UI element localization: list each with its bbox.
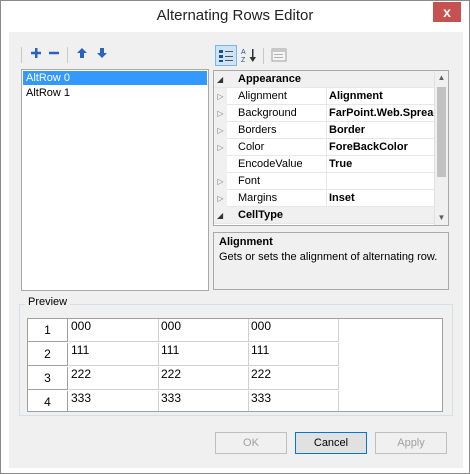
svg-text:Z: Z [241,57,246,63]
property-grid[interactable]: ◢ Appearance ▷ Alignment Alignment ▷ Bac… [213,70,449,226]
expand-icon[interactable]: ▷ [214,122,227,139]
table-cell[interactable]: 222 [249,367,339,390]
property-value[interactable]: ForeBackColor [326,139,434,156]
description-text: Gets or sets the alignment of alternatin… [219,251,438,263]
scroll-down-icon[interactable]: ▼ [435,211,448,225]
table-cell[interactable]: 222 [159,367,249,390]
property-name: Margins [238,192,278,204]
collapse-caret-icon[interactable]: ◢ [217,71,223,88]
expand-icon[interactable]: ▷ [214,173,227,190]
move-up-button[interactable] [73,46,91,64]
categorized-button[interactable] [215,45,237,66]
property-pages-icon [271,48,287,62]
row-gutter [214,156,227,173]
table-cell[interactable]: 000 [159,319,249,342]
property-description-pane: Alignment Gets or sets the alignment of … [213,232,449,290]
table-cell[interactable]: 333 [249,391,339,411]
table-cell[interactable]: 111 [159,343,249,366]
table-cell[interactable]: 000 [249,319,339,342]
list-toolbar [21,44,211,66]
arrow-down-icon [97,48,107,58]
add-icon [31,48,41,58]
categorized-icon [219,50,233,62]
row-header[interactable]: 2 [28,343,68,366]
dialog-window: Alternating Rows Editor x AltRow 0 AltRo… [0,0,470,474]
property-row-background[interactable]: ▷ Background FarPoint.Web.Spread [214,105,434,122]
property-row-borders[interactable]: ▷ Borders Border [214,122,434,139]
expand-icon[interactable]: ▷ [214,190,227,207]
add-row-button[interactable] [27,46,45,64]
property-row-alignment[interactable]: ▷ Alignment Alignment [214,88,434,105]
expand-icon[interactable]: ▷ [214,105,227,122]
property-row-margins[interactable]: ▷ Margins Inset [214,190,434,207]
dialog-body: AltRow 0 AltRow 1 A Z ◢ Appearance ▷ Ali… [9,32,463,468]
category-appearance[interactable]: ◢ Appearance [214,71,434,88]
property-name: EncodeValue [238,158,303,170]
row-header[interactable]: 1 [28,319,68,342]
property-grid-scrollbar[interactable]: ▲ ▼ [434,71,448,225]
remove-row-button[interactable] [45,46,63,64]
title-bar: Alternating Rows Editor x [1,1,469,33]
ok-button[interactable]: OK [215,432,287,454]
list-item[interactable]: AltRow 0 [23,71,207,85]
property-name: Color [238,141,265,153]
property-value[interactable]: Alignment [326,88,434,105]
property-name: Alignment [238,90,287,102]
property-pages-button[interactable] [268,45,290,66]
scroll-up-icon[interactable]: ▲ [435,71,448,85]
category-label: CellType [238,209,284,221]
property-grid-toolbar: A Z [213,44,435,68]
category-celltype[interactable]: ◢ CellType [214,207,434,224]
property-name: Font [238,175,261,187]
move-down-button[interactable] [93,46,111,64]
property-row-encodevalue[interactable]: EncodeValue True [214,156,434,173]
expand-icon[interactable]: ▷ [214,88,227,105]
property-value[interactable]: Inset [326,190,434,207]
arrow-up-icon [77,48,87,58]
close-icon: x [443,4,451,20]
row-header[interactable]: 3 [28,367,68,390]
description-title: Alignment [219,236,273,248]
remove-icon [49,51,59,55]
property-row-color[interactable]: ▷ Color ForeBackColor [214,139,434,156]
table-cell[interactable]: 333 [159,391,249,411]
property-value[interactable]: True [326,156,434,173]
toolbar-separator [263,48,264,64]
table-cell[interactable]: 000 [69,319,159,342]
apply-button[interactable]: Apply [375,432,447,454]
preview-spreadsheet[interactable]: 1 2 3 4 000 000 000 111 111 111 222 222 … [27,318,443,412]
expand-icon[interactable]: ▷ [214,139,227,156]
sort-alphabetical-icon: A Z [241,49,256,64]
close-button[interactable]: x [433,2,461,22]
window-title: Alternating Rows Editor [156,7,314,24]
property-value[interactable]: Border [326,122,434,139]
property-row-font[interactable]: ▷ Font [214,173,434,190]
list-item[interactable]: AltRow 1 [23,86,207,100]
alt-row-list[interactable]: AltRow 0 AltRow 1 [21,69,209,291]
toolbar-grip [21,47,22,63]
property-name: Background [238,107,297,119]
property-name: Borders [238,124,277,136]
property-value[interactable] [326,173,434,190]
table-cell[interactable]: 333 [69,391,159,411]
row-header[interactable]: 4 [28,391,68,411]
table-cell[interactable]: 111 [69,343,159,366]
collapse-caret-icon[interactable]: ◢ [217,207,223,224]
cancel-button[interactable]: Cancel [295,432,367,454]
toolbar-separator [67,47,68,63]
scrollbar-thumb[interactable] [437,87,446,177]
category-label: Appearance [238,73,301,85]
alphabetical-button[interactable]: A Z [238,45,260,66]
table-cell[interactable]: 111 [249,343,339,366]
table-cell[interactable]: 222 [69,367,159,390]
svg-text:A: A [241,49,246,56]
preview-label: Preview [25,296,71,308]
property-value[interactable]: FarPoint.Web.Spread [326,105,434,122]
